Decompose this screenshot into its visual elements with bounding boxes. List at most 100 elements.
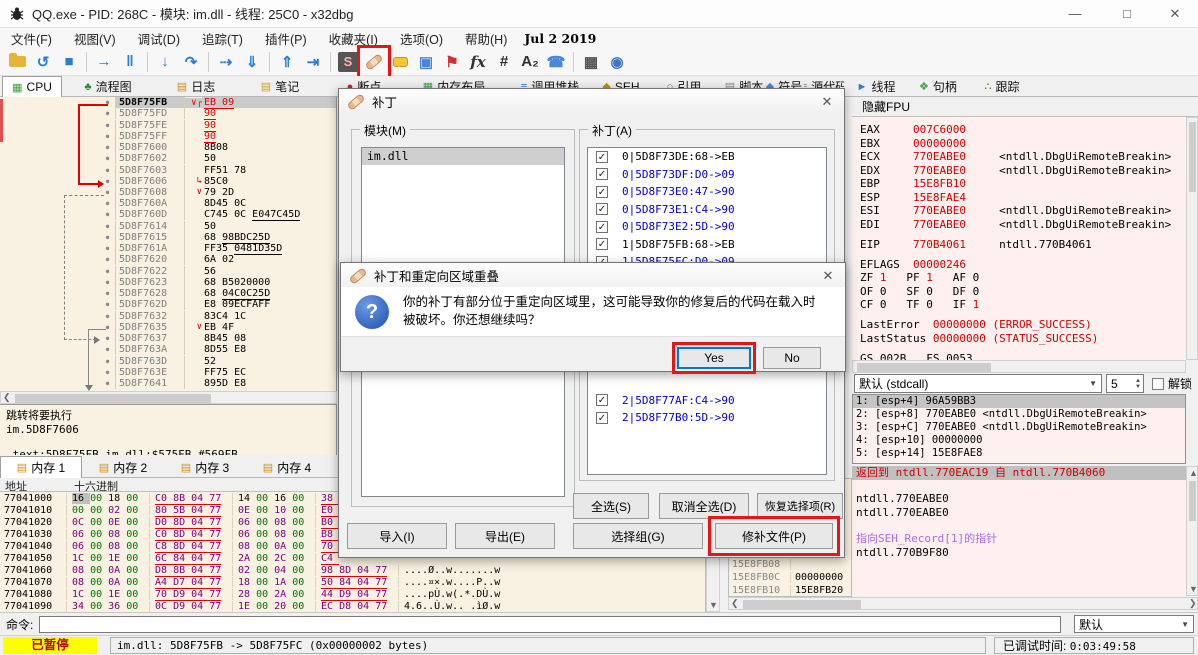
menu-item[interactable]: 调试(D) <box>127 29 191 48</box>
menu-item[interactable]: 选项(O) <box>389 29 454 48</box>
breakpoint-dot[interactable]: ● <box>100 122 115 129</box>
breakpoint-dot[interactable]: ● <box>100 279 115 286</box>
hide-fpu-button[interactable]: 隐藏FPU <box>862 98 910 115</box>
select-all-button[interactable]: 全选(S) <box>573 493 649 519</box>
module-list-item[interactable]: im.dll <box>362 148 564 165</box>
bottom-right-hscrollbar[interactable]: ❮ ❯ <box>728 597 1198 610</box>
menu-item[interactable]: 文件(F) <box>0 29 63 48</box>
disasm-row[interactable]: ●5D8F7641895D E8 <box>0 378 336 389</box>
run-down-icon[interactable]: ⇓ <box>240 50 264 74</box>
checkbox-checked-icon[interactable]: ✓ <box>596 203 608 215</box>
checkbox-checked-icon[interactable]: ✓ <box>596 221 608 233</box>
tab-handles[interactable]: ❖句柄 <box>908 76 968 97</box>
patch-item[interactable]: ✓2|5D8F77B0:5D->90 <box>588 409 826 427</box>
disasm-row[interactable]: ●5D8F763A8D55 E8 <box>0 344 336 355</box>
dump-row[interactable]: 770410801C 00 1E 0070 D9 04 7728 00 2A 0… <box>0 588 705 600</box>
patch-file-button[interactable]: 修补文件(P) <box>715 523 833 549</box>
breakpoint-dot[interactable]: ● <box>100 313 115 320</box>
stack-row[interactable]: 15E8FB1015E8FB20 <box>729 584 852 597</box>
step-out-icon[interactable]: ⇑ <box>275 50 299 74</box>
disasm-row[interactable]: ●5D8F761AFF35 0481D35D <box>0 243 336 254</box>
patch-item[interactable]: ✓0|5D8F73E0:47->90 <box>588 183 826 201</box>
register-line[interactable]: LastStatus 00000000 (STATUS_SUCCESS) <box>860 332 1186 346</box>
breakpoint-dot[interactable]: ● <box>100 167 115 174</box>
register-line[interactable]: EDI 770EABE0 <ntdll.DbgUiRemoteBreakin> <box>860 218 1186 232</box>
attach-icon[interactable]: ☎ <box>544 50 568 74</box>
patch-item[interactable]: ✓0|5D8F73DF:D0->09 <box>588 166 826 184</box>
step-over-icon[interactable]: ↷ <box>179 50 203 74</box>
breakpoint-dot[interactable]: ● <box>100 290 115 297</box>
unlock-checkbox[interactable] <box>1152 378 1164 390</box>
register-line[interactable]: EBX 00000000 <box>860 137 1186 151</box>
register-line[interactable]: ECX 770EABE0 <ntdll.DbgUiRemoteBreakin> <box>860 150 1186 164</box>
arg-count-spinner[interactable]: 5 ▲▼ <box>1106 374 1144 393</box>
open-file-icon[interactable] <box>5 50 29 74</box>
memory-tab[interactable]: ▤内存 1 <box>0 456 82 478</box>
disasm-row[interactable]: ●5D8F7635∨EB 4F <box>0 322 336 333</box>
breakpoint-dot[interactable]: ● <box>100 155 115 162</box>
command-input[interactable] <box>39 616 1061 633</box>
disasm-row[interactable]: ●5D8F761450 <box>0 221 336 232</box>
breakpoint-dot[interactable]: ● <box>100 144 115 151</box>
pick-groups-button[interactable]: 选择组(G) <box>573 523 703 549</box>
registers-hscrollbar[interactable] <box>852 360 1186 373</box>
arguments-pane[interactable]: 1: [esp+4] 96A59BB32: [esp+8] 770EABE0 <… <box>852 394 1186 464</box>
disassembly-pane[interactable]: ●5D8F75FB∨┌EB 09●5D8F75FD90●5D8F75FE90●5… <box>0 97 337 391</box>
execute-till-return-icon[interactable]: ⇢ <box>214 50 238 74</box>
menu-item[interactable]: 收藏夹(I) <box>318 29 389 48</box>
disasm-row[interactable]: ●5D8F760A8D45 0C <box>0 198 336 209</box>
breakpoint-dot[interactable]: ● <box>100 200 115 207</box>
register-line[interactable]: ESP 15E8FAE4 <box>860 191 1186 205</box>
stack-row[interactable]: 15E8FB08 <box>729 558 852 571</box>
argument-row[interactable]: 5: [esp+14] 15E8FAE8 <box>853 447 1185 460</box>
register-line[interactable]: EAX 007C6000 <box>860 123 1186 137</box>
disasm-row[interactable]: ●5D8F762868 04C0C25D <box>0 288 336 299</box>
label-icon[interactable]: ▣ <box>414 50 438 74</box>
minimize-button[interactable]: — <box>1052 0 1098 28</box>
patch-dialog-titlebar[interactable]: 补丁 <box>339 89 844 113</box>
register-line[interactable]: LastError 00000000 (ERROR_SUCCESS) <box>860 318 1186 332</box>
breakpoint-dot[interactable]: ● <box>100 301 115 308</box>
register-line[interactable]: EFLAGS 00000246 <box>860 258 1186 272</box>
breakpoint-dot[interactable]: ● <box>100 245 115 252</box>
patch-item[interactable]: ✓1|5D8F75FB:68->EB <box>588 236 826 254</box>
memory-tab[interactable]: ▤内存 4 <box>246 456 328 478</box>
no-button[interactable]: No <box>763 347 821 369</box>
register-line[interactable]: ZF 1 PF 1 AF 0 <box>860 271 1186 285</box>
maximize-button[interactable]: □ <box>1104 0 1150 28</box>
patch-item[interactable]: ✓0|5D8F73E2:5D->90 <box>588 218 826 236</box>
patch-dialog-close-icon[interactable]: ✕ <box>818 93 836 111</box>
breakpoint-dot[interactable]: ● <box>100 268 115 275</box>
patch-icon[interactable] <box>362 50 386 74</box>
argument-row[interactable]: 1: [esp+4] 96A59BB3 <box>853 395 1185 408</box>
disasm-row[interactable]: ●5D8F75FD90 <box>0 108 336 119</box>
menu-item[interactable]: 追踪(T) <box>191 29 254 48</box>
stop-icon[interactable]: ■ <box>57 50 81 74</box>
patch-item[interactable]: ✓2|5D8F77AF:C4->90 <box>588 392 826 410</box>
bookmark-icon[interactable]: ⚑ <box>440 50 464 74</box>
disasm-row[interactable]: ●5D8F760250 <box>0 153 336 164</box>
run-to-user-code-icon[interactable]: ⇥ <box>301 50 325 74</box>
import-button[interactable]: 导入(I) <box>347 523 447 549</box>
run-icon[interactable]: → <box>92 50 116 74</box>
register-line[interactable]: ESI 770EABE0 <ntdll.DbgUiRemoteBreakin> <box>860 204 1186 218</box>
restart-icon[interactable]: ↺ <box>31 50 55 74</box>
calculator-icon[interactable]: ▦ <box>579 50 603 74</box>
disasm-hscrollbar[interactable]: ❮ <box>0 391 337 404</box>
step-into-icon[interactable]: ↓ <box>153 50 177 74</box>
patch-item[interactable]: ✓0|5D8F73DE:68->EB <box>588 148 826 166</box>
checkbox-checked-icon[interactable]: ✓ <box>596 186 608 198</box>
breakpoint-dot[interactable]: ● <box>100 211 115 218</box>
registers-vscrollbar[interactable] <box>1186 117 1198 360</box>
breakpoint-dot[interactable]: ● <box>100 346 115 353</box>
info-vscrollbar[interactable]: ▲ ▼ <box>1186 466 1198 596</box>
tab-trace[interactable]: ∴跟踪 <box>968 76 1036 97</box>
register-line[interactable]: OF 0 SF 0 DF 0 <box>860 285 1186 299</box>
argument-row[interactable]: 4: [esp+10] 00000000 <box>853 434 1185 447</box>
register-line[interactable]: CF 0 TF 0 IF 1 <box>860 298 1186 312</box>
stack-trace-icon[interactable]: S <box>336 50 360 74</box>
yes-button[interactable]: Yes <box>677 347 751 369</box>
checkbox-checked-icon[interactable]: ✓ <box>596 394 608 406</box>
registers-pane[interactable]: EAX 007C6000EBX 00000000ECX 770EABE0 <nt… <box>852 117 1186 360</box>
checkbox-checked-icon[interactable]: ✓ <box>596 412 608 424</box>
